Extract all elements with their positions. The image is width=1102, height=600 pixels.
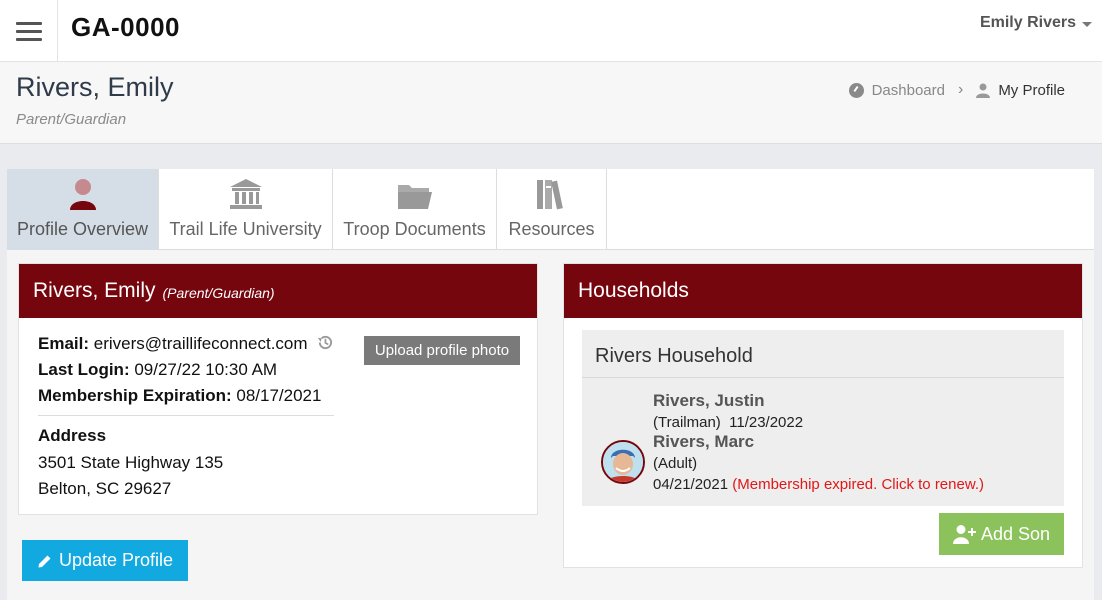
- last-login-value: 09/27/22 10:30 AM: [134, 360, 278, 379]
- profile-card-header: Rivers, Emily (Parent/Guardian): [19, 264, 537, 318]
- page-title: Rivers, Emily: [16, 72, 174, 102]
- member-meta-justin: (Trailman) 11/23/2022: [653, 414, 803, 431]
- top-bar: GA-0000 Emily Rivers: [0, 0, 1102, 62]
- household-panel: Rivers Household Rivers, Justin (Trailma…: [582, 330, 1064, 506]
- avatar[interactable]: [601, 440, 645, 484]
- breadcrumb-dashboard-label: Dashboard: [871, 81, 945, 99]
- user-name: Emily Rivers: [979, 14, 1076, 31]
- email-value: erivers@traillifeconnect.com: [93, 334, 308, 353]
- university-icon: [229, 179, 262, 209]
- households-card-header: Households: [564, 264, 1082, 318]
- tab-label: Profile Overview: [16, 219, 149, 239]
- tab-trail-life-university[interactable]: Trail Life University: [159, 169, 333, 250]
- member-role: (Trailman): [653, 414, 721, 431]
- membership-label: Membership Expiration:: [38, 386, 232, 405]
- user-menu[interactable]: Emily Rivers: [980, 14, 1092, 32]
- folder-icon: [397, 185, 432, 209]
- pencil-icon: [38, 555, 51, 567]
- profile-card: Rivers, Emily (Parent/Guardian) Email: e…: [18, 263, 538, 515]
- tab-label: Trail Life University: [169, 219, 322, 239]
- divider: [38, 415, 334, 416]
- profile-name: Rivers, Emily: [33, 279, 156, 302]
- main-panel: Profile Overview Trail Life University T…: [7, 169, 1094, 600]
- address-heading: Address: [38, 426, 106, 446]
- update-profile-button[interactable]: Update Profile: [22, 540, 188, 581]
- add-user-icon: [952, 525, 976, 544]
- breadcrumb-dashboard[interactable]: Dashboard: [848, 81, 945, 99]
- tab-label: Resources: [508, 219, 595, 239]
- households-heading: Households: [578, 279, 689, 302]
- caret-down-icon: [1082, 21, 1092, 27]
- menu-icon[interactable]: [0, 0, 58, 62]
- breadcrumb: Dashboard › My Profile: [848, 81, 1065, 99]
- tab-bar: Profile Overview Trail Life University T…: [7, 169, 1094, 250]
- tab-profile-overview[interactable]: Profile Overview: [7, 169, 159, 250]
- email-row: Email: erivers@traillifeconnect.com: [38, 334, 333, 354]
- upload-photo-button[interactable]: Upload profile photo: [364, 336, 520, 365]
- tab-troop-documents[interactable]: Troop Documents: [333, 169, 497, 250]
- member-meta-marc: 04/21/2021 (Membership expired. Click to…: [653, 476, 984, 493]
- household-name: Rivers Household: [595, 345, 753, 367]
- update-profile-label: Update Profile: [58, 550, 174, 570]
- breadcrumb-current-label: My Profile: [998, 81, 1065, 99]
- page-subtitle: Parent/Guardian: [16, 111, 127, 128]
- households-card: Households Rivers Household Rivers, Just…: [563, 263, 1083, 568]
- profile-body: Email: erivers@traillifeconnect.com Last…: [19, 318, 537, 515]
- profile-role: (Parent/Guardian): [162, 284, 275, 301]
- books-icon: [536, 180, 563, 210]
- person-icon: [976, 83, 991, 98]
- add-son-label: Add Son: [980, 523, 1051, 544]
- avatar-photo: [603, 442, 643, 482]
- chevron-right-icon: ›: [957, 81, 964, 98]
- last-login-row: Last Login: 09/27/22 10:30 AM: [38, 360, 277, 380]
- divider: [582, 377, 1064, 378]
- address-line-1: 3501 State Highway 135: [38, 453, 224, 472]
- add-son-button[interactable]: Add Son: [939, 513, 1064, 555]
- tab-label: Troop Documents: [343, 219, 486, 239]
- membership-value: 08/17/2021: [236, 386, 322, 405]
- member-name-justin[interactable]: Rivers, Justin: [653, 391, 765, 411]
- member-date: 04/21/2021: [653, 476, 729, 493]
- page-header: Rivers, Emily Parent/Guardian Dashboard …: [0, 62, 1102, 144]
- member-role-marc: (Adult): [653, 455, 698, 472]
- breadcrumb-my-profile: My Profile: [976, 82, 1065, 99]
- membership-row: Membership Expiration: 08/17/2021: [38, 386, 321, 406]
- troop-id: GA-0000: [71, 12, 180, 42]
- member-date: 11/23/2022: [729, 414, 804, 431]
- email-label: Email:: [38, 334, 90, 353]
- dashboard-icon: [848, 82, 864, 98]
- tab-resources[interactable]: Resources: [497, 169, 607, 250]
- address-line-2: Belton, SC 29627: [38, 479, 172, 498]
- address-label: Address: [38, 426, 107, 445]
- history-icon[interactable]: [316, 334, 333, 351]
- person-icon: [69, 179, 96, 210]
- last-login-label: Last Login:: [38, 360, 130, 379]
- member-name-marc[interactable]: Rivers, Marc: [653, 432, 754, 452]
- renew-membership-link[interactable]: (Membership expired. Click to renew.): [732, 476, 984, 493]
